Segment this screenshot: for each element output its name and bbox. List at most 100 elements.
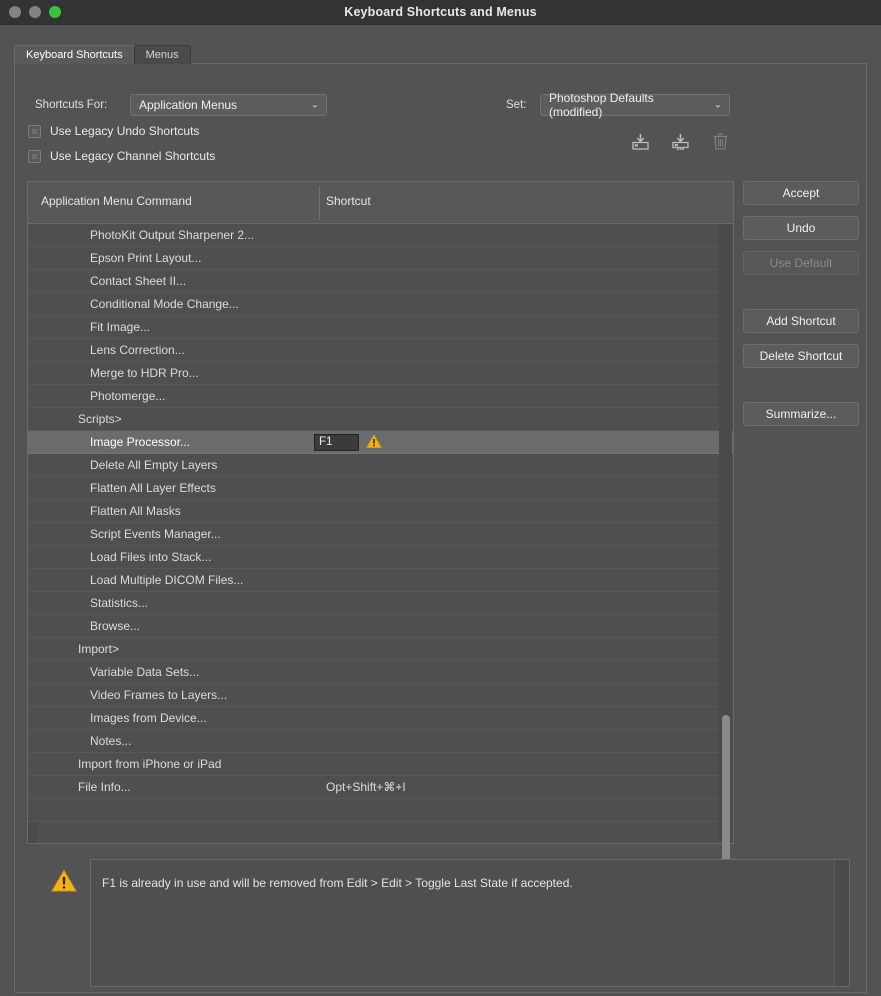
table-row[interactable]: Import from iPhone or iPad (28, 753, 733, 776)
save-set-as-icon[interactable] (670, 132, 690, 152)
minimize-button[interactable] (29, 6, 41, 18)
table-row-command: Statistics... (90, 596, 149, 610)
window-title: Keyboard Shortcuts and Menus (344, 5, 537, 19)
table-row-command: Contact Sheet II... (90, 274, 187, 288)
table-row[interactable]: Flatten All Masks (28, 500, 733, 523)
table-row[interactable]: Image Processor... F1 (28, 431, 733, 454)
table-row-command: Video Frames to Layers... (90, 688, 228, 702)
table-row-command: Image Processor... (90, 435, 191, 449)
table-row-shortcut: Opt+Shift+⌘+I (326, 780, 406, 794)
table-row[interactable]: Images from Device... (28, 707, 733, 730)
title-bar: Keyboard Shortcuts and Menus (0, 0, 881, 25)
table-row[interactable]: File Info... Opt+Shift+⌘+I (28, 776, 733, 799)
use-legacy-channel-checkbox[interactable] (28, 149, 41, 163)
shortcuts-for-label: Shortcuts For: (35, 99, 108, 111)
add-shortcut-button[interactable]: Add Shortcut (743, 309, 859, 333)
table-row[interactable]: Import> (28, 638, 733, 661)
table-scrollbar[interactable] (719, 225, 732, 865)
table-row[interactable]: PhotoKit Output Sharpener 2... (28, 224, 733, 247)
tab-keyboard-shortcuts[interactable]: Keyboard Shortcuts (14, 45, 135, 64)
table-row[interactable]: Merge to HDR Pro... (28, 362, 733, 385)
table-row[interactable]: Notes... (28, 730, 733, 753)
delete-set-icon[interactable] (710, 132, 730, 152)
use-default-button: Use Default (743, 251, 859, 275)
main-panel: Shortcuts For: Application Menus ⌄ Set: … (14, 63, 867, 993)
use-legacy-undo-checkbox[interactable] (28, 124, 41, 138)
table-row-command: Scripts> (78, 412, 122, 426)
table-row[interactable]: Epson Print Layout... (28, 247, 733, 270)
table-body[interactable]: PhotoKit Output Sharpener 2... Epson Prin… (28, 224, 733, 843)
table-row[interactable]: Variable Data Sets... (28, 661, 733, 684)
accept-button[interactable]: Accept (743, 181, 859, 205)
table-row-command: Conditional Mode Change... (90, 297, 239, 311)
table-row-command: Script Events Manager... (90, 527, 221, 541)
table-row[interactable]: Browse... (28, 615, 733, 638)
table-row[interactable]: Contact Sheet II... (28, 270, 733, 293)
maximize-button[interactable] (49, 6, 61, 18)
chevron-down-icon: ⌄ (310, 99, 319, 111)
table-row[interactable]: Script Events Manager... (28, 523, 733, 546)
table-row[interactable] (28, 799, 733, 822)
save-set-icon[interactable] (630, 132, 650, 152)
keyboard-shortcuts-dialog: Keyboard Shortcuts and Menus Keyboard Sh… (0, 0, 881, 996)
set-label: Set: (506, 99, 527, 111)
table-row[interactable]: Statistics... (28, 592, 733, 615)
table-row[interactable]: Fit Image... (28, 316, 733, 339)
set-icon-toolbar (630, 132, 730, 152)
table-row-command: Delete All Empty Layers (90, 458, 218, 472)
table-row-command: PhotoKit Output Sharpener 2... (90, 228, 255, 242)
table-row-command: Epson Print Layout... (90, 251, 202, 265)
set-value: Photoshop Defaults (modified) (549, 91, 654, 119)
table-row[interactable]: Scripts> (28, 408, 733, 431)
warning-message-text: F1 is already in use and will be removed… (102, 876, 573, 890)
summarize-button[interactable]: Summarize... (743, 402, 859, 426)
shortcuts-for-select[interactable]: Application Menus ⌄ (130, 94, 327, 116)
table-row[interactable]: Delete All Empty Layers (28, 454, 733, 477)
header-divider (319, 186, 320, 220)
table-row[interactable]: Lens Correction... (28, 339, 733, 362)
dialog-content: Keyboard Shortcuts Menus Shortcuts For: … (0, 25, 881, 996)
table-row-command: Load Files into Stack... (90, 550, 212, 564)
selectors-row: Shortcuts For: Application Menus ⌄ Set: … (25, 91, 856, 119)
shortcut-input[interactable]: F1 (314, 434, 359, 451)
tab-keyboard-shortcuts-label: Keyboard Shortcuts (26, 49, 123, 61)
shortcuts-for-value: Application Menus (139, 98, 238, 112)
table-row-command: Import from iPhone or iPad (78, 757, 222, 771)
table-row-command: Notes... (90, 734, 132, 748)
warning-area: F1 is already in use and will be removed… (27, 859, 850, 987)
table-row-command: File Info... (78, 780, 131, 794)
table-row[interactable]: Conditional Mode Change... (28, 293, 733, 316)
legacy-undo-row[interactable]: Use Legacy Undo Shortcuts (28, 124, 199, 138)
warning-message-box: F1 is already in use and will be removed… (90, 859, 850, 987)
close-button[interactable] (9, 6, 21, 18)
table-row-command: Fit Image... (90, 320, 151, 334)
table-row-command: Flatten All Layer Effects (90, 481, 216, 495)
row-warning-icon (366, 434, 382, 454)
table-row[interactable]: Load Files into Stack... (28, 546, 733, 569)
table-row[interactable]: Photomerge... (28, 385, 733, 408)
chevron-down-icon: ⌄ (713, 99, 722, 111)
table-row-command: Browse... (90, 619, 141, 633)
table-row-command: Import> (78, 642, 120, 656)
use-legacy-channel-label: Use Legacy Channel Shortcuts (50, 149, 216, 163)
table-row[interactable]: Load Multiple DICOM Files... (28, 569, 733, 592)
table-scrollbar-thumb[interactable] (722, 715, 730, 865)
column-header-shortcut: Shortcut (326, 194, 371, 208)
table-row[interactable]: Video Frames to Layers... (28, 684, 733, 707)
table-row[interactable]: Flatten All Layer Effects (28, 477, 733, 500)
legacy-channel-row[interactable]: Use Legacy Channel Shortcuts (28, 149, 215, 163)
side-button-column: Accept Undo Use Default Add Shortcut Delete … (743, 181, 859, 437)
warning-scrollbar[interactable] (834, 860, 849, 986)
table-row-command: Merge to HDR Pro... (90, 366, 199, 380)
tab-menus[interactable]: Menus (133, 45, 191, 64)
table-row-command: Images from Device... (90, 711, 207, 725)
set-select[interactable]: Photoshop Defaults (modified) ⌄ (540, 91, 730, 119)
window-controls (0, 6, 61, 18)
table-row-command: Load Multiple DICOM Files... (90, 573, 244, 587)
table-header: Application Menu Command Shortcut (28, 182, 733, 224)
delete-shortcut-button[interactable]: Delete Shortcut (743, 344, 859, 368)
undo-button[interactable]: Undo (743, 216, 859, 240)
table-row-command: Lens Correction... (90, 343, 185, 357)
table-row-command: Flatten All Masks (90, 504, 181, 518)
column-header-command: Application Menu Command (41, 194, 192, 208)
